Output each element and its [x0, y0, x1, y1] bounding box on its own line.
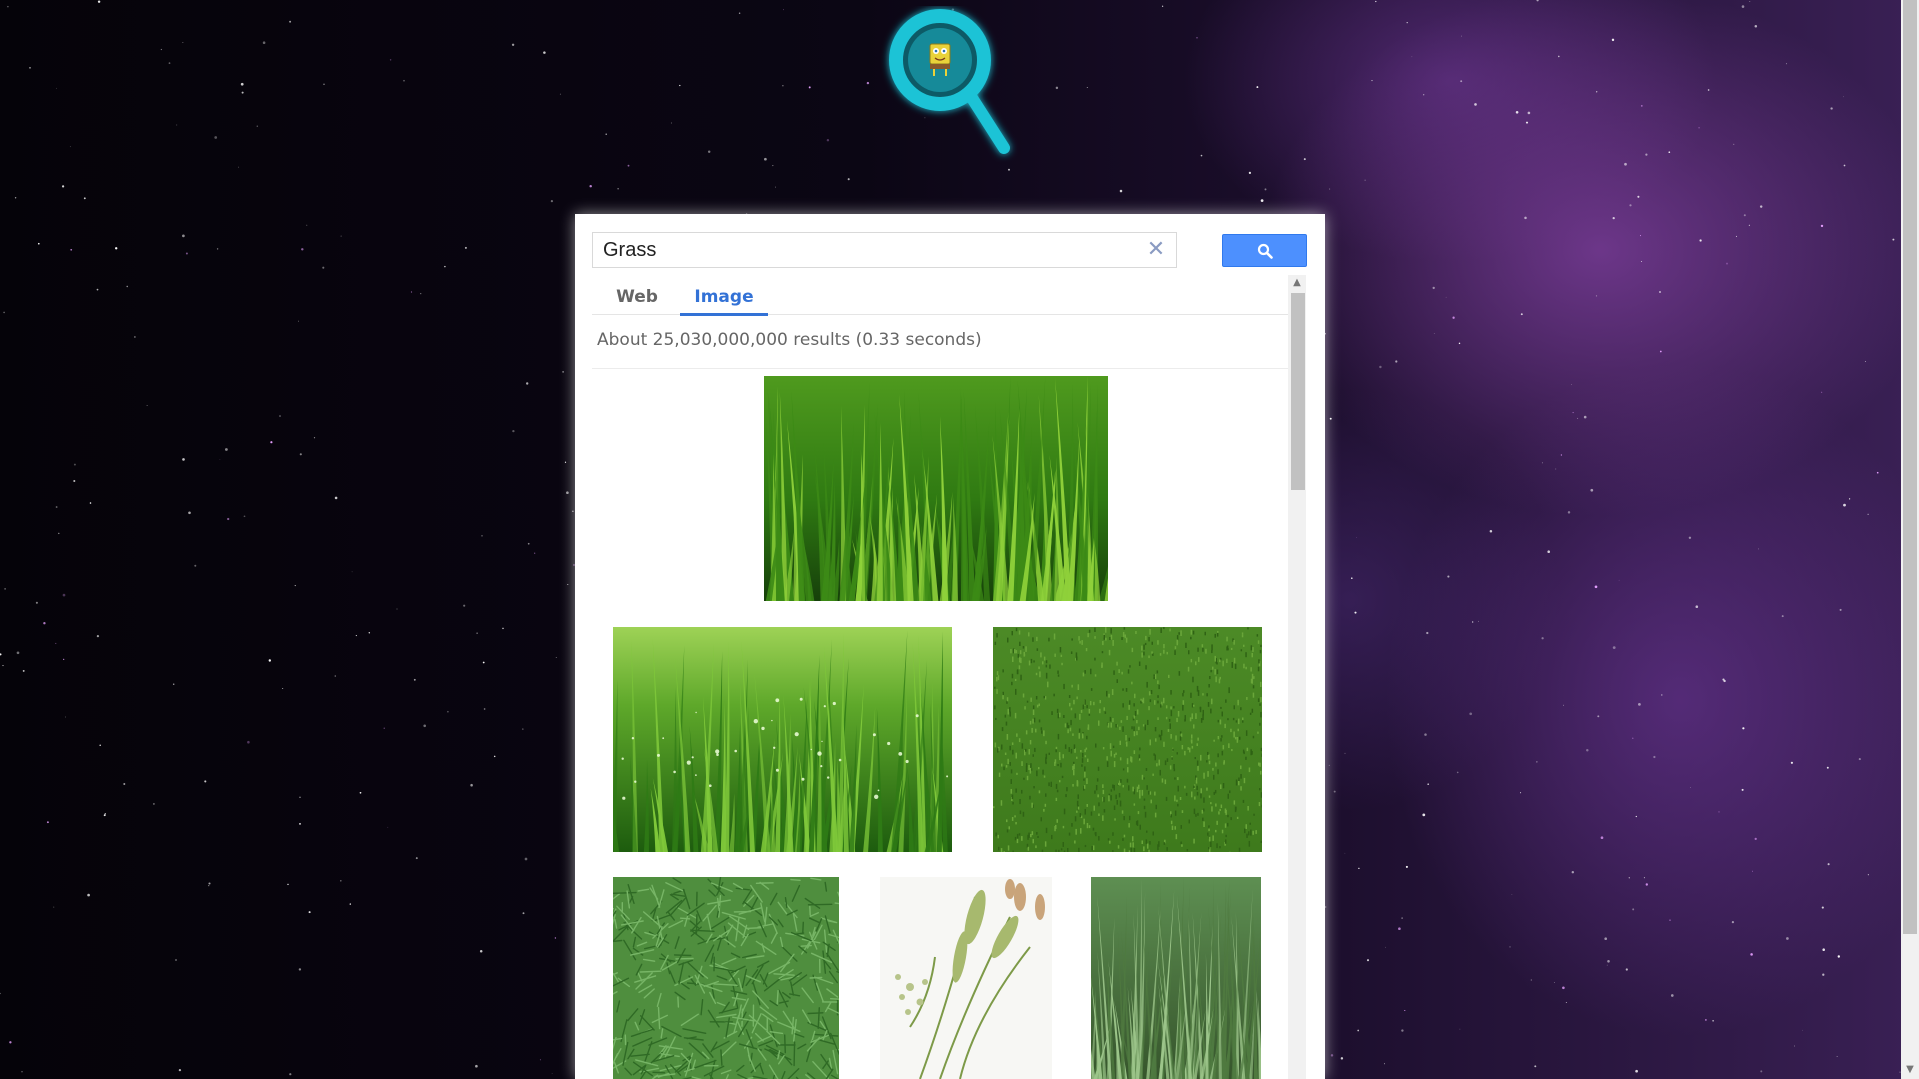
scroll-down-arrow-icon[interactable]: ▼ — [1901, 1062, 1919, 1078]
image-result-thumbnail[interactable] — [613, 877, 839, 1079]
image-result-thumbnail[interactable] — [613, 627, 952, 852]
search-icon — [1257, 243, 1273, 259]
tab-web[interactable]: Web — [600, 280, 674, 312]
image-result-thumbnail[interactable] — [764, 376, 1108, 601]
results-scrollbar[interactable]: ▲ — [1288, 275, 1306, 1079]
page-scrollbar-thumb[interactable] — [1903, 0, 1917, 934]
tab-image[interactable]: Image — [680, 280, 768, 316]
search-button[interactable] — [1222, 234, 1307, 267]
divider — [592, 368, 1292, 369]
close-icon[interactable]: ✕ — [1144, 237, 1168, 263]
scrollbar-thumb[interactable] — [1291, 293, 1305, 490]
search-box: ✕ — [592, 232, 1177, 268]
result-tabs: Web Image — [592, 280, 1292, 316]
results-count: About 25,030,000,000 results (0.33 secon… — [597, 330, 982, 350]
page-scrollbar[interactable]: ▼ — [1901, 0, 1919, 1079]
scroll-up-arrow-icon[interactable]: ▲ — [1288, 275, 1306, 291]
image-result-thumbnail[interactable] — [993, 627, 1262, 852]
site-logo-magnifier-icon[interactable] — [880, 6, 1020, 166]
search-results-panel: ✕ Web Image About 25,030,000,000 results… — [575, 214, 1325, 1079]
search-input[interactable] — [603, 237, 1143, 263]
image-result-thumbnail[interactable] — [1091, 877, 1261, 1079]
image-result-thumbnail[interactable] — [880, 877, 1052, 1079]
